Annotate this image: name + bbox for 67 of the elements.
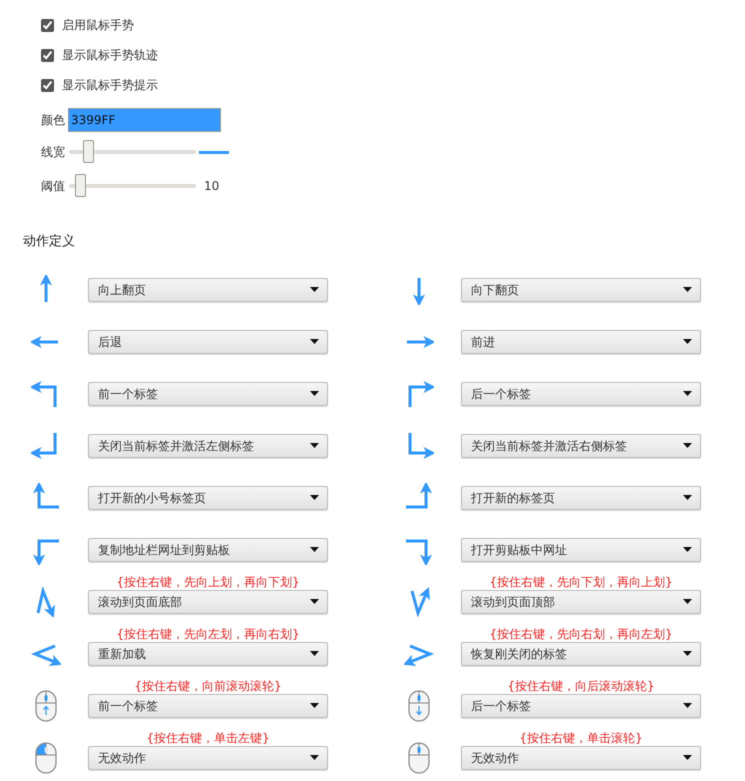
action-dropdown[interactable]: 前进 — [461, 330, 701, 354]
caret-icon — [683, 703, 692, 708]
caret-icon — [310, 287, 319, 292]
caret-icon — [310, 495, 319, 500]
caret-icon — [683, 755, 692, 760]
slider-thumb[interactable] — [83, 140, 94, 163]
action-dropdown[interactable]: 向下翻页 — [461, 278, 701, 302]
caret-icon — [310, 599, 319, 604]
action-dropdown[interactable]: 滚动到页面顶部 — [461, 590, 701, 614]
caret-icon — [683, 547, 692, 552]
action-dropdown[interactable]: 打开剪贴板中网址 — [461, 538, 701, 562]
slider-label: 线宽 — [41, 144, 66, 161]
slider-value: 10 — [204, 178, 220, 195]
action-dropdown[interactable]: 前一个标签 — [88, 694, 328, 718]
action-dropdown[interactable]: 恢复刚关闭的标签 — [461, 642, 701, 666]
caret-icon — [683, 495, 692, 500]
gesture-hint: {按住右键，向前滚动滚轮} — [134, 678, 282, 694]
checkbox[interactable] — [41, 78, 54, 92]
action-dropdown[interactable]: 无效动作 — [88, 746, 328, 770]
caret-icon — [683, 287, 692, 292]
checkbox[interactable] — [41, 18, 54, 32]
checkbox[interactable] — [41, 48, 54, 62]
mouse-icon — [408, 742, 430, 774]
mouse-icon — [35, 742, 57, 774]
caret-icon — [310, 443, 319, 448]
action-dropdown[interactable]: 滚动到页面底部 — [88, 590, 328, 614]
gesture-hint: {按住右键，单击滚轮} — [519, 730, 643, 746]
action-dropdown[interactable]: 后一个标签 — [461, 382, 701, 406]
action-dropdown[interactable]: 后一个标签 — [461, 694, 701, 718]
option-label: 显示鼠标手势提示 — [62, 77, 158, 94]
gesture-hint: {按住右键，先向左划，再向右划} — [116, 626, 300, 642]
option-label: 启用鼠标手势 — [62, 17, 134, 34]
gesture-hint: {按住右键，向后滚动滚轮} — [507, 678, 655, 694]
action-dropdown[interactable]: 打开新的标签页 — [461, 486, 701, 510]
action-dropdown[interactable]: 复制地址栏网址到剪贴板 — [88, 538, 328, 562]
caret-icon — [683, 339, 692, 344]
action-dropdown[interactable]: 关闭当前标签并激活左侧标签 — [88, 434, 328, 458]
caret-icon — [310, 651, 319, 656]
caret-icon — [310, 547, 319, 552]
slider-thumb[interactable] — [75, 174, 86, 197]
action-dropdown[interactable]: 后退 — [88, 330, 328, 354]
option-label: 显示鼠标手势轨迹 — [62, 47, 158, 64]
action-dropdown[interactable]: 无效动作 — [461, 746, 701, 770]
section-title: 动作定义 — [22, 233, 76, 251]
action-dropdown[interactable]: 前一个标签 — [88, 382, 328, 406]
action-dropdown[interactable]: 重新加载 — [88, 642, 328, 666]
caret-icon — [683, 443, 692, 448]
caret-icon — [683, 391, 692, 396]
line-preview — [199, 150, 229, 154]
action-dropdown[interactable]: 打开新的小号标签页 — [88, 486, 328, 510]
caret-icon — [683, 599, 692, 604]
gesture-hint: {按住右键，先向上划，再向下划} — [116, 574, 300, 590]
caret-icon — [310, 703, 319, 708]
slider-label: 阈值 — [41, 178, 66, 195]
caret-icon — [683, 651, 692, 656]
caret-icon — [310, 391, 319, 396]
caret-icon — [310, 339, 319, 344]
color-field[interactable]: 3399FF — [68, 108, 221, 132]
action-dropdown[interactable]: 向上翻页 — [88, 278, 328, 302]
gesture-hint: {按住右键，单击左键} — [146, 730, 270, 746]
action-dropdown[interactable]: 关闭当前标签并激活右侧标签 — [461, 434, 701, 458]
mouse-icon — [35, 690, 57, 722]
color-label: 颜色 — [41, 112, 65, 129]
mouse-icon — [408, 690, 430, 722]
gesture-hint: {按住右键，先向右划，再向左划} — [489, 626, 673, 642]
gesture-hint: {按住右键，先向下划，再向上划} — [489, 574, 673, 590]
caret-icon — [310, 755, 319, 760]
